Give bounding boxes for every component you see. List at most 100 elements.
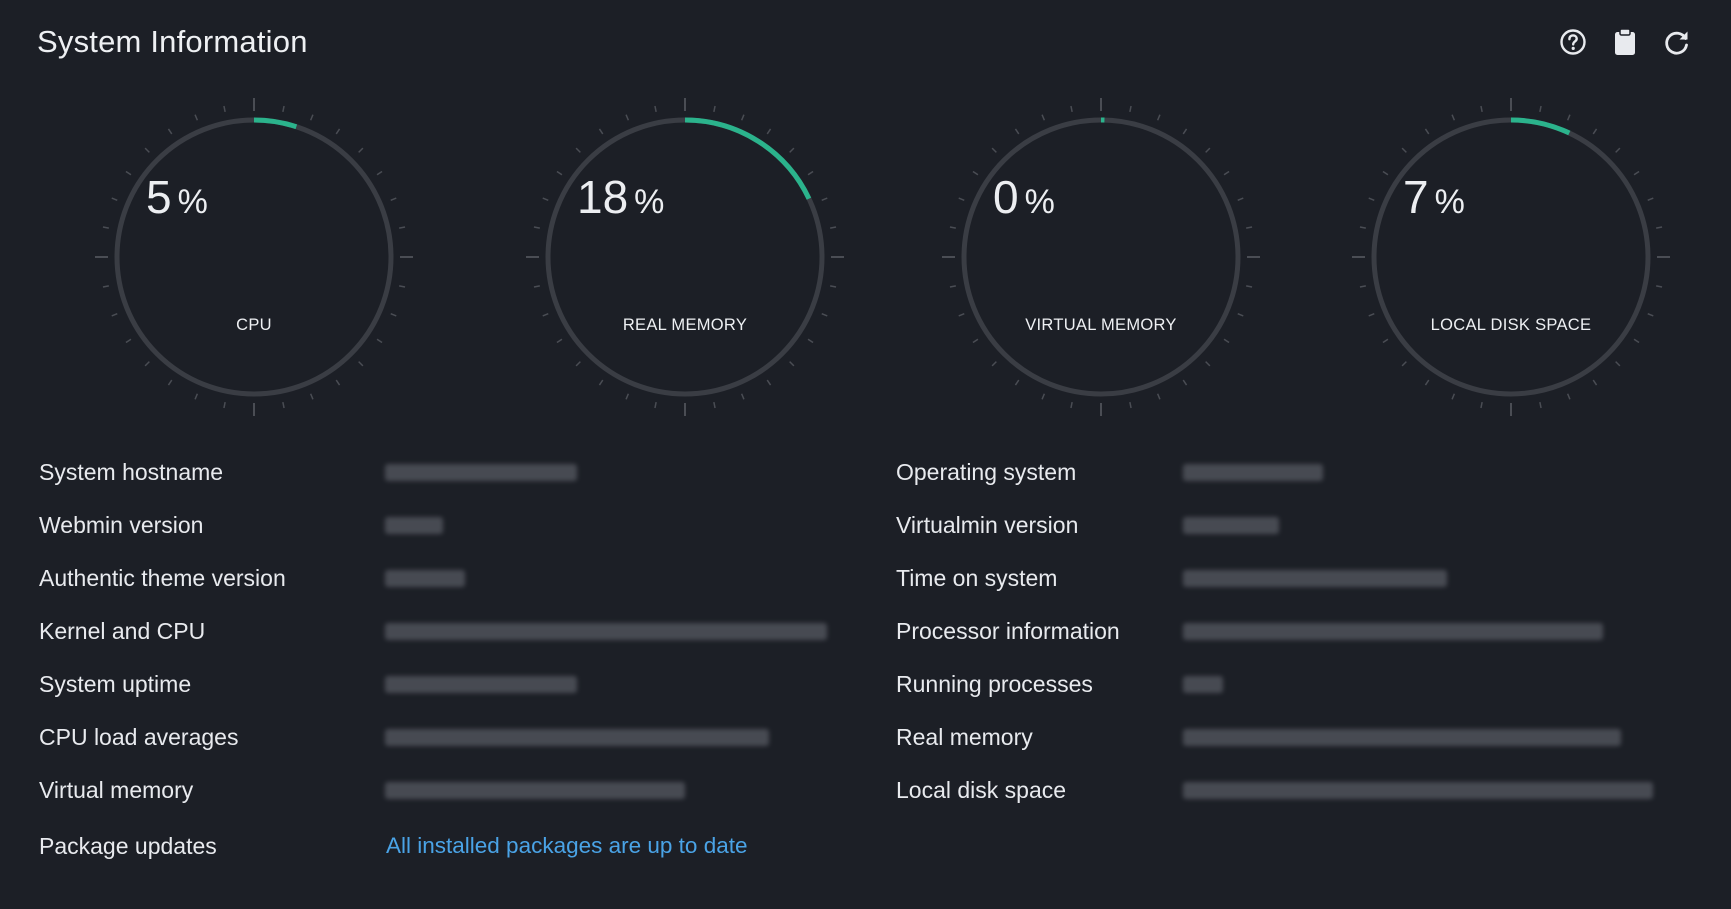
gauge-tick [533,226,540,229]
redacted-value [385,729,769,746]
gauge-tick [335,379,341,386]
redacted-value [385,517,443,534]
info-row-theme-version: Authentic theme version [39,552,839,605]
gauge-tick [1156,393,1161,400]
info-row-local-disk-space: Local disk space [896,764,1696,817]
gauge-tick [654,105,657,112]
gauge-tick [1359,226,1366,229]
gauge-tick [1424,128,1430,135]
info-label: Virtual memory [39,777,194,803]
gauge-tick [766,128,772,135]
info-label: Package updates [39,832,217,859]
redacted-value [385,623,827,640]
gauge-tick [1401,147,1407,153]
gauge-tick [1246,226,1253,229]
gauge-tick [1223,170,1230,176]
info-label: Authentic theme version [39,565,286,591]
cpu-gauge: 5% CPU [89,92,419,422]
info-label: System uptime [39,671,192,697]
real-memory-gauge-dial [526,98,844,416]
info-row-virtualmin-version: Virtualmin version [896,499,1696,552]
gauge-tick [102,285,109,288]
help-button[interactable] [1559,28,1587,56]
gauge-tick [1205,147,1211,153]
gauge-tick [807,338,814,344]
gauge-tick [991,147,997,153]
gauge-tick [740,393,745,400]
gauge-tick [376,170,383,176]
gauge-tick [111,197,118,202]
redacted-value [1183,676,1223,693]
gauge-tick [1480,402,1483,409]
gauge-tick [144,147,150,153]
gauge-fill-arc [684,117,812,200]
info-label: Virtualmin version [896,512,1079,538]
info-column-right: Operating system Virtualmin version Time… [896,446,1696,817]
redacted-value [385,570,465,587]
gauge-tick [556,170,563,176]
gauge-tick [1246,285,1253,288]
gauge-tick [282,402,285,409]
gauge-tick [1615,147,1621,153]
info-label: Real memory [896,724,1033,750]
info-row-running-processes: Running processes [896,658,1696,711]
gauge-tick [1480,105,1483,112]
info-row-webmin-version: Webmin version [39,499,839,552]
copy-button[interactable] [1611,28,1639,56]
gauge-fill-arc [253,117,298,130]
package-updates-link[interactable]: All installed packages are up to date [386,833,747,859]
gauge-tick [713,105,716,112]
gauge-tick [102,226,109,229]
redacted-value [1183,623,1603,640]
gauge-tick [542,197,549,202]
info-label: Local disk space [896,777,1067,803]
gauge-tick [1205,361,1211,367]
gauge-tick [1566,393,1571,400]
clipboard-icon [1615,28,1635,55]
gauge-tick [1382,170,1389,176]
redacted-value [385,782,685,799]
info-label: Time on system [896,565,1058,591]
gauge-tick [125,338,132,344]
info-label: CPU load averages [39,724,239,750]
gauge-tick [358,361,364,367]
gauge-tick [282,105,285,112]
gauge-tick [1223,338,1230,344]
gauge-tick [598,128,604,135]
gauge-tick [991,361,997,367]
gauge-tick [1656,285,1663,288]
gauge-tick [972,338,979,344]
virtual-memory-gauge-value: 0% [993,171,1055,223]
info-column-left: System hostname Webmin version Authentic… [39,446,839,875]
gauge-tick [1656,226,1663,229]
real-memory-gauge-label: REAL MEMORY [622,316,748,334]
gauge-tick [1647,197,1654,202]
info-row-real-memory: Real memory [896,711,1696,764]
gauge-tick [972,170,979,176]
gauge-tick [1451,393,1456,400]
redacted-value [1183,464,1323,481]
gauge-tick [1129,402,1132,409]
refresh-icon [1665,31,1688,55]
gauge-tick [1014,128,1020,135]
gauge-tick [1424,379,1430,386]
info-label: Processor information [896,618,1120,644]
redacted-value [1183,517,1279,534]
gauge-tick [1129,105,1132,112]
gauge-tick [789,361,795,367]
refresh-button[interactable] [1663,28,1691,56]
gauge-tick [125,170,132,176]
gauge-tick [1237,197,1244,202]
gauge-track [114,117,394,397]
gauge-tick [830,285,837,288]
gauge-tick [223,402,226,409]
gauge-tick [1539,402,1542,409]
gauge-tick [1539,105,1542,112]
gauge-tick [1041,114,1046,121]
gauge-tick [376,338,383,344]
gauge-tick [949,285,956,288]
local-disk-gauge-value: 7% [1403,171,1465,223]
gauge-tick [309,393,314,400]
info-row-hostname: System hostname [39,446,839,499]
local-disk-gauge-label: LOCAL DISK SPACE [1430,316,1592,334]
